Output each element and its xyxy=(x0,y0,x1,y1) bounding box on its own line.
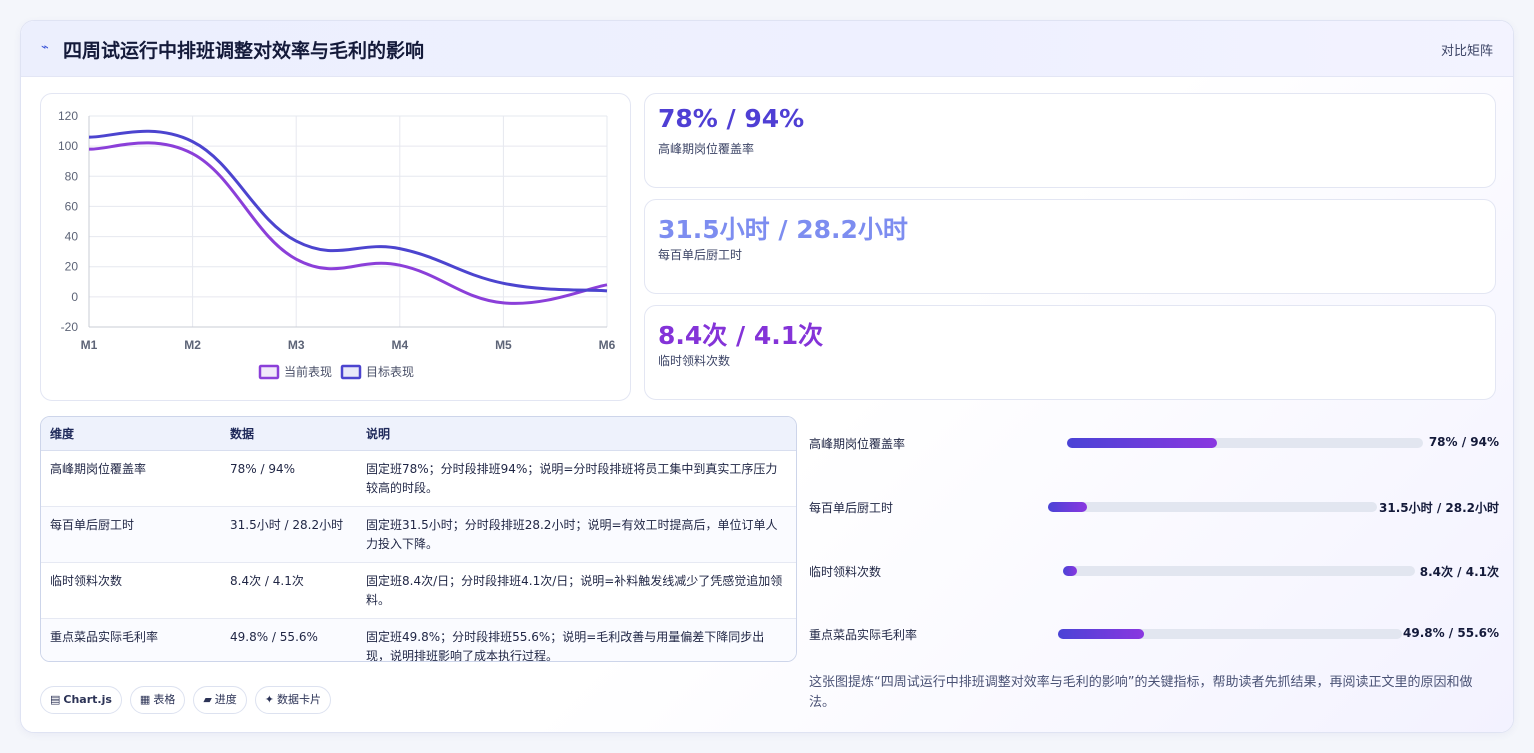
progress-label: 临时领料次数 xyxy=(809,565,882,579)
table-cell: 每百单后厨工时 xyxy=(41,506,221,563)
progress-label: 重点菜品实际毛利率 xyxy=(809,628,918,642)
comparison-table-panel: 维度 数据 说明 高峰期岗位覆盖率 78% / 94% 固定班78%；分时段排班… xyxy=(40,416,797,662)
y-tick-label: -20 xyxy=(61,320,79,334)
progress-value: 31.5小时 / 28.2小时 xyxy=(1379,501,1499,515)
table-cell: 8.4次 / 4.1次 xyxy=(221,562,357,619)
progress-icon: ▰ xyxy=(203,693,212,706)
chip-progress: ▰ 进度 xyxy=(193,686,247,714)
kpi-value: 31.5小时 / 28.2小时 xyxy=(658,215,908,244)
chip-chartjs: ▤ Chart.js xyxy=(40,686,122,714)
progress-row: 重点菜品实际毛利率 49.8% / 55.6% xyxy=(809,624,1499,644)
table-cell: 78% / 94% xyxy=(221,450,357,507)
page-title: 四周试运行中排班调整对效率与毛利的影响 xyxy=(63,40,425,62)
kpi-card-kitchen-hours: 31.5小时 / 28.2小时 每百单后厨工时 xyxy=(644,199,1496,294)
x-tick-label: M5 xyxy=(495,338,512,352)
series-line-current xyxy=(88,141,608,305)
progress-fill xyxy=(1067,438,1217,448)
dashboard-card: ⌁ 四周试运行中排班调整对效率与毛利的影响 对比矩阵 -20 0 20 40 60 80 1… xyxy=(20,20,1514,733)
tech-chips: ▤ Chart.js ▦ 表格 ▰ 进度 ✦ 数据卡片 xyxy=(40,686,339,714)
column-header: 维度 xyxy=(41,417,221,451)
table-cell: 固定班31.5小时；分时段排班28.2小时；说明=有效工时提高后，单位订单人力投… xyxy=(357,506,796,563)
chip-label: Chart.js xyxy=(63,693,112,706)
x-tick-label: M3 xyxy=(288,338,305,352)
comparison-table: 维度 数据 说明 高峰期岗位覆盖率 78% / 94% 固定班78%；分时段排班… xyxy=(41,417,796,662)
progress-fill xyxy=(1063,566,1078,576)
column-header: 说明 xyxy=(357,417,796,451)
y-tick-label: 120 xyxy=(58,109,78,123)
kpi-card-coverage: 78% / 94% 高峰期岗位覆盖率 xyxy=(644,93,1496,188)
progress-value: 78% / 94% xyxy=(1428,435,1499,449)
y-tick-label: 0 xyxy=(71,290,78,304)
y-tick-label: 80 xyxy=(65,169,79,183)
column-header: 数据 xyxy=(221,417,357,451)
progress-value: 49.8% / 55.6% xyxy=(1403,626,1499,640)
table-row: 每百单后厨工时 31.5小时 / 28.2小时 固定班31.5小时；分时段排班2… xyxy=(41,506,796,563)
table-cell: 31.5小时 / 28.2小时 xyxy=(221,506,357,563)
table-cell: 固定班8.4次/日；分时段排班4.1次/日；说明=补料触发线减少了凭感觉追加领料… xyxy=(357,562,796,619)
kpi-value: 8.4次 / 4.1次 xyxy=(658,321,824,350)
progress-label: 高峰期岗位覆盖率 xyxy=(809,437,906,451)
progress-track xyxy=(1058,629,1402,639)
legend-label: 目标表现 xyxy=(366,365,414,379)
chip-label: 表格 xyxy=(153,693,176,706)
progress-row: 临时领料次数 8.4次 / 4.1次 xyxy=(809,561,1499,581)
chart-icon: ▤ xyxy=(50,693,61,706)
table-row: 临时领料次数 8.4次 / 4.1次 固定班8.4次/日；分时段排班4.1次/日… xyxy=(41,562,796,619)
progress-track xyxy=(1048,502,1377,512)
x-tick-label: M4 xyxy=(391,338,408,352)
x-tick-label: M6 xyxy=(599,338,616,352)
x-tick-label: M2 xyxy=(184,338,201,352)
table-row: 高峰期岗位覆盖率 78% / 94% 固定班78%；分时段排班94%；说明=分时… xyxy=(41,450,796,507)
table-cell: 固定班78%；分时段排班94%；说明=分时段排班将员工集中到真实工序压力较高的时… xyxy=(357,450,796,507)
progress-row: 每百单后厨工时 31.5小时 / 28.2小时 xyxy=(809,497,1499,517)
view-mode-label: 对比矩阵 xyxy=(1440,44,1493,59)
x-tick-label: M1 xyxy=(81,338,98,352)
progress-track xyxy=(1067,438,1423,448)
chip-label: 进度 xyxy=(214,693,237,706)
table-row: 重点菜品实际毛利率 49.8% / 55.6% 固定班49.8%；分时段排班55… xyxy=(41,618,796,662)
trend-line-icon: ⌁ xyxy=(41,40,49,55)
progress-row: 高峰期岗位覆盖率 78% / 94% xyxy=(809,433,1499,453)
legend-swatch xyxy=(258,364,280,380)
chip-data-card: ✦ 数据卡片 xyxy=(254,686,332,714)
y-tick-label: 40 xyxy=(65,230,79,244)
legend-swatch xyxy=(340,364,362,380)
progress-fill xyxy=(1058,629,1144,639)
chip-table: ▦ 表格 xyxy=(129,686,186,714)
progress-fill xyxy=(1048,502,1088,512)
kpi-label: 临时领料次数 xyxy=(658,354,731,368)
table-icon: ▦ xyxy=(139,693,151,706)
card-icon: ✦ xyxy=(264,693,275,706)
y-tick-label: 20 xyxy=(65,260,79,274)
y-tick-label: 100 xyxy=(58,139,78,153)
summary-text: 这张图提炼“四周试运行中排班调整对效率与毛利的影响”的关键指标，帮助读者先抓结果… xyxy=(809,675,1473,710)
legend-label: 当前表现 xyxy=(284,364,332,379)
card-header: ⌁ 四周试运行中排班调整对效率与毛利的影响 对比矩阵 xyxy=(21,21,1513,77)
progress-label: 每百单后厨工时 xyxy=(809,501,894,515)
table-cell: 临时领料次数 xyxy=(41,562,221,619)
kpi-card-requisitions: 8.4次 / 4.1次 临时领料次数 xyxy=(644,305,1496,400)
table-cell: 49.8% / 55.6% xyxy=(230,630,318,644)
kpi-label: 每百单后厨工时 xyxy=(658,248,743,262)
table-cell: 重点菜品实际毛利率 xyxy=(50,630,159,644)
line-chart: -20 0 20 40 60 80 100 120 M1 M2 M3 M4 M5 M6 当前表现 目标表现 xyxy=(58,109,616,380)
y-tick-label: 60 xyxy=(65,199,79,213)
table-cell: 高峰期岗位覆盖率 xyxy=(41,450,221,507)
table-header-row: 维度 数据 说明 xyxy=(41,417,796,451)
kpi-label: 高峰期岗位覆盖率 xyxy=(658,142,755,156)
chip-label: 数据卡片 xyxy=(277,693,322,706)
kpi-value: 78% / 94% xyxy=(658,104,805,133)
progress-value: 8.4次 / 4.1次 xyxy=(1419,565,1499,579)
line-chart-panel: -20 0 20 40 60 80 100 120 M1 M2 M3 M4 M5 M6 当前表现 目标表现 xyxy=(40,93,631,401)
progress-track xyxy=(1063,566,1415,576)
table-cell: 固定班49.8%；分时段排班55.6%；说明=毛利改善与用量偏差下降同步出现，说… xyxy=(366,630,765,662)
